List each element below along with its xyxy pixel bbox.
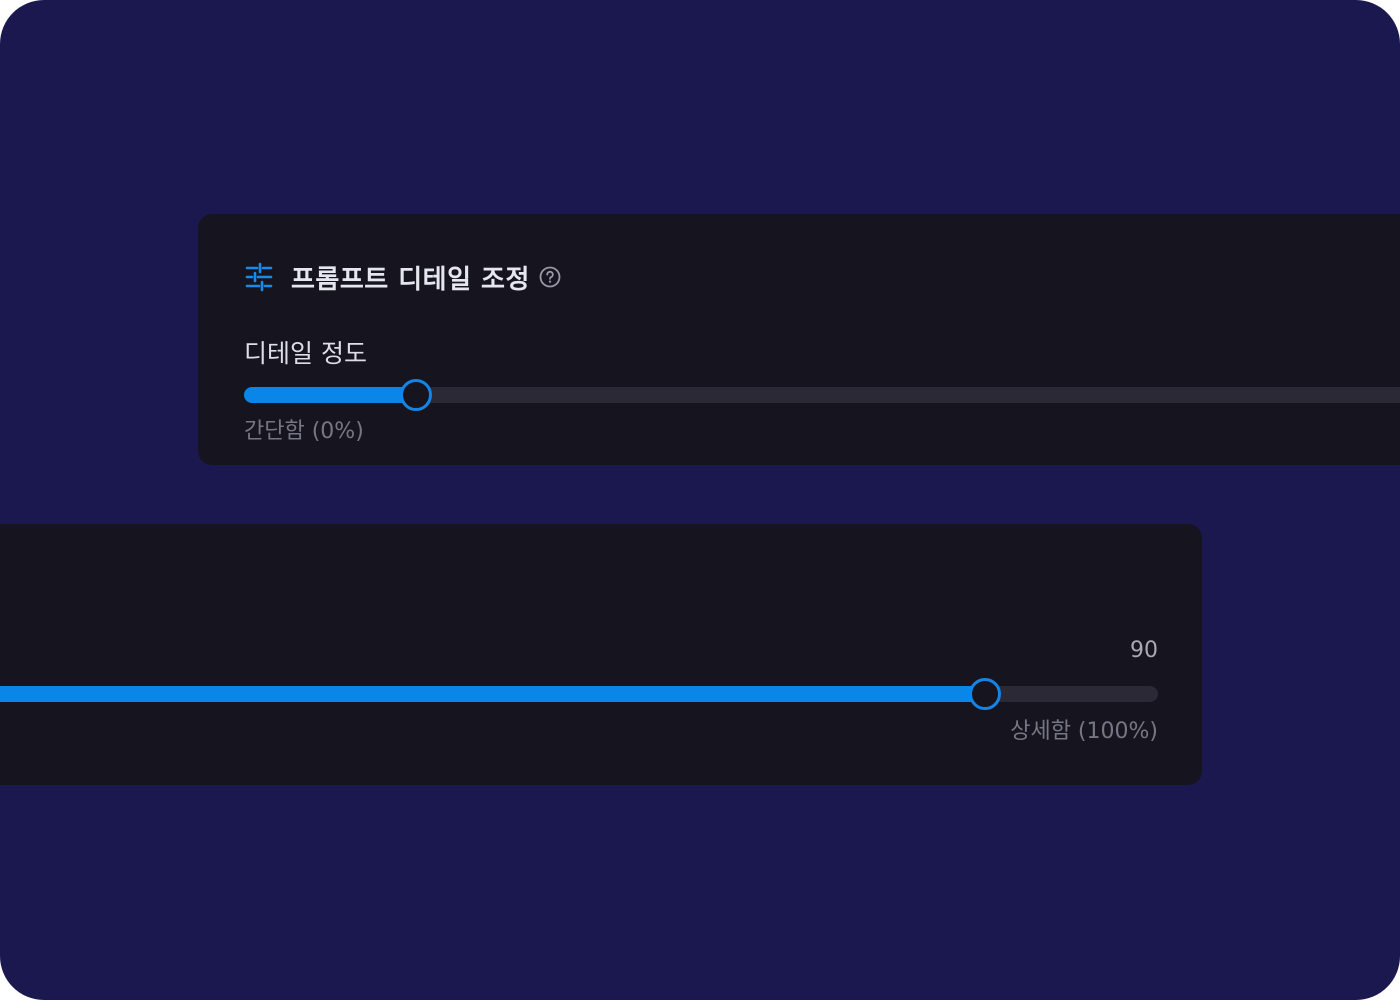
detail-slider-fill [244, 387, 416, 403]
app-frame: 프롬프트 디테일 조정 디테일 정도 간단함 (0%) 90 상세함 (100%… [0, 0, 1400, 1000]
detail-level-label: 디테일 정도 [244, 339, 367, 368]
detail-adjust-panel-top: 프롬프트 디테일 조정 디테일 정도 간단함 (0%) [198, 214, 1400, 465]
panel-title: 프롬프트 디테일 조정 [291, 264, 530, 295]
slider-value-readout: 90 [1130, 638, 1158, 663]
detail-slider-thumb[interactable] [400, 379, 432, 411]
detail-slider-track-bottom[interactable] [0, 678, 1158, 710]
tune-sliders-icon [245, 262, 273, 292]
slider-max-label: 상세함 (100%) [1010, 719, 1158, 744]
slider-min-label: 간단함 (0%) [244, 419, 364, 444]
detail-slider-fill-bottom [0, 686, 985, 702]
help-circle-icon[interactable] [539, 266, 561, 288]
detail-slider-track-top[interactable] [244, 379, 1400, 411]
detail-slider-thumb-bottom[interactable] [969, 678, 1001, 710]
detail-adjust-panel-bottom: 90 상세함 (100%) [0, 524, 1202, 785]
panel-header: 프롬프트 디테일 조정 [245, 258, 561, 296]
